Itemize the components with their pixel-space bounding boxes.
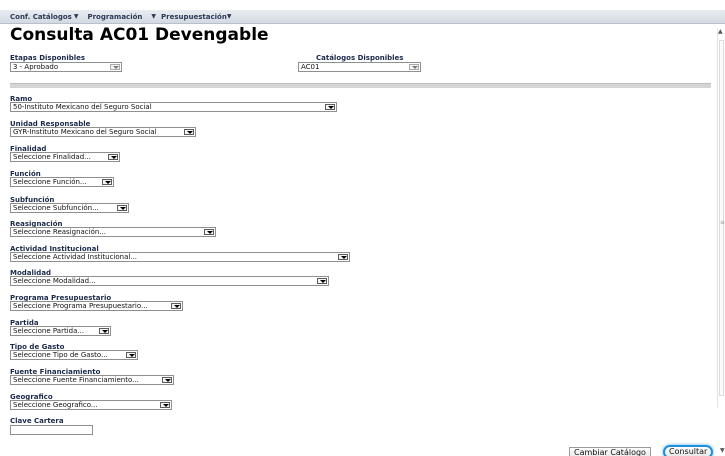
page-title: Consulta AC01 Devengable xyxy=(10,25,269,45)
tipo-gasto-select[interactable]: Seleccione Tipo de Gasto... xyxy=(10,350,138,360)
scroll-down-icon[interactable]: ▼ xyxy=(720,447,725,454)
chevron-down-icon xyxy=(110,64,120,70)
catalogos-value: AC01 xyxy=(301,63,320,71)
menu-conf-catalogos-label: Conf. Catálogos xyxy=(10,12,72,21)
ramo-value: 50-Instituto Mexicano del Seguro Social xyxy=(13,103,152,111)
menu-presupuestacion[interactable]: ▼ Presupuestación ▼ xyxy=(151,13,231,21)
chevron-down-icon xyxy=(409,64,419,70)
tipo-gasto-value: Seleccione Tipo de Gasto... xyxy=(13,351,108,359)
partida-value: Seleccione Partida... xyxy=(13,327,85,335)
fuente-select[interactable]: Seleccione Fuente Financiamiento... xyxy=(10,375,174,385)
scroll-up-icon[interactable]: ▲ xyxy=(718,28,723,35)
reasignacion-value: Seleccione Reasignación... xyxy=(13,228,106,236)
chevron-down-icon xyxy=(325,104,335,110)
geografico-select[interactable]: Seleccione Geografico... xyxy=(10,400,172,410)
chevron-down-icon xyxy=(99,328,109,334)
catalogos-select[interactable]: AC01 xyxy=(298,62,421,72)
menu-programacion[interactable]: Programación xyxy=(87,13,142,21)
subfuncion-value: Seleccione Subfunción... xyxy=(13,204,99,212)
actividad-select[interactable]: Seleccione Actividad Institucional... xyxy=(10,252,350,262)
subfuncion-select[interactable]: Seleccione Subfunción... xyxy=(10,203,129,213)
chevron-down-icon xyxy=(204,229,214,235)
finalidad-select[interactable]: Seleccione Finalidad... xyxy=(10,152,120,162)
funcion-value: Seleccione Función... xyxy=(13,178,87,186)
ramo-select[interactable]: 50-Instituto Mexicano del Seguro Social xyxy=(10,102,337,112)
chevron-down-icon xyxy=(126,352,136,358)
modalidad-select[interactable]: Seleccione Modalidad... xyxy=(10,276,329,286)
funcion-select[interactable]: Seleccione Función... xyxy=(10,177,114,187)
chevron-down-icon: ▼ xyxy=(73,13,79,20)
clave-cartera-label: Clave Cartera xyxy=(10,417,64,425)
section-divider xyxy=(10,83,711,88)
clave-cartera-input[interactable] xyxy=(10,425,93,435)
chevron-down-icon xyxy=(184,129,194,135)
menu-bar: Conf. Catálogos ▼ Programación ▼ Presupu… xyxy=(0,10,725,24)
cambiar-catalogo-button[interactable]: Cambiar Catálogo xyxy=(569,447,651,456)
programa-value: Seleccione Programa Presupuestario... xyxy=(13,302,148,310)
chevron-down-icon xyxy=(102,179,112,185)
unidad-select[interactable]: GYR-Instituto Mexicano del Seguro Social xyxy=(10,127,196,137)
finalidad-value: Seleccione Finalidad... xyxy=(13,153,91,161)
unidad-value: GYR-Instituto Mexicano del Seguro Social xyxy=(13,128,157,136)
geografico-value: Seleccione Geografico... xyxy=(13,401,98,409)
menu-presupuestacion-label: Presupuestación xyxy=(161,12,227,21)
modalidad-value: Seleccione Modalidad... xyxy=(13,277,96,285)
fuente-value: Seleccione Fuente Financiamiento... xyxy=(13,376,139,384)
chevron-down-icon xyxy=(338,254,348,260)
catalogos-label: Catálogos Disponibles xyxy=(316,54,404,62)
chevron-down-icon xyxy=(117,205,127,211)
partida-select[interactable]: Seleccione Partida... xyxy=(10,326,111,336)
chevron-down-icon xyxy=(171,303,181,309)
consultar-button[interactable]: Consultar xyxy=(663,445,714,456)
programa-select[interactable]: Seleccione Programa Presupuestario... xyxy=(10,301,183,311)
etapas-select[interactable]: 3 - Aprobado xyxy=(10,62,122,72)
chevron-down-icon xyxy=(160,402,170,408)
reasignacion-select[interactable]: Seleccione Reasignación... xyxy=(10,227,216,237)
chevron-down-icon xyxy=(317,278,327,284)
chevron-down-icon: ▼ xyxy=(151,13,157,20)
menu-conf-catalogos[interactable]: Conf. Catálogos ▼ xyxy=(10,13,78,21)
chevron-down-icon xyxy=(162,377,172,383)
actividad-value: Seleccione Actividad Institucional... xyxy=(13,253,138,261)
menu-programacion-label: Programación xyxy=(87,12,143,21)
scrollbar-thumb[interactable] xyxy=(719,40,724,396)
grip-icon: ≡ xyxy=(720,219,725,226)
etapas-value: 3 - Aprobado xyxy=(13,63,59,71)
etapas-label: Etapas Disponibles xyxy=(10,54,86,62)
chevron-down-icon xyxy=(108,154,118,160)
chevron-down-icon: ▼ xyxy=(226,13,232,20)
